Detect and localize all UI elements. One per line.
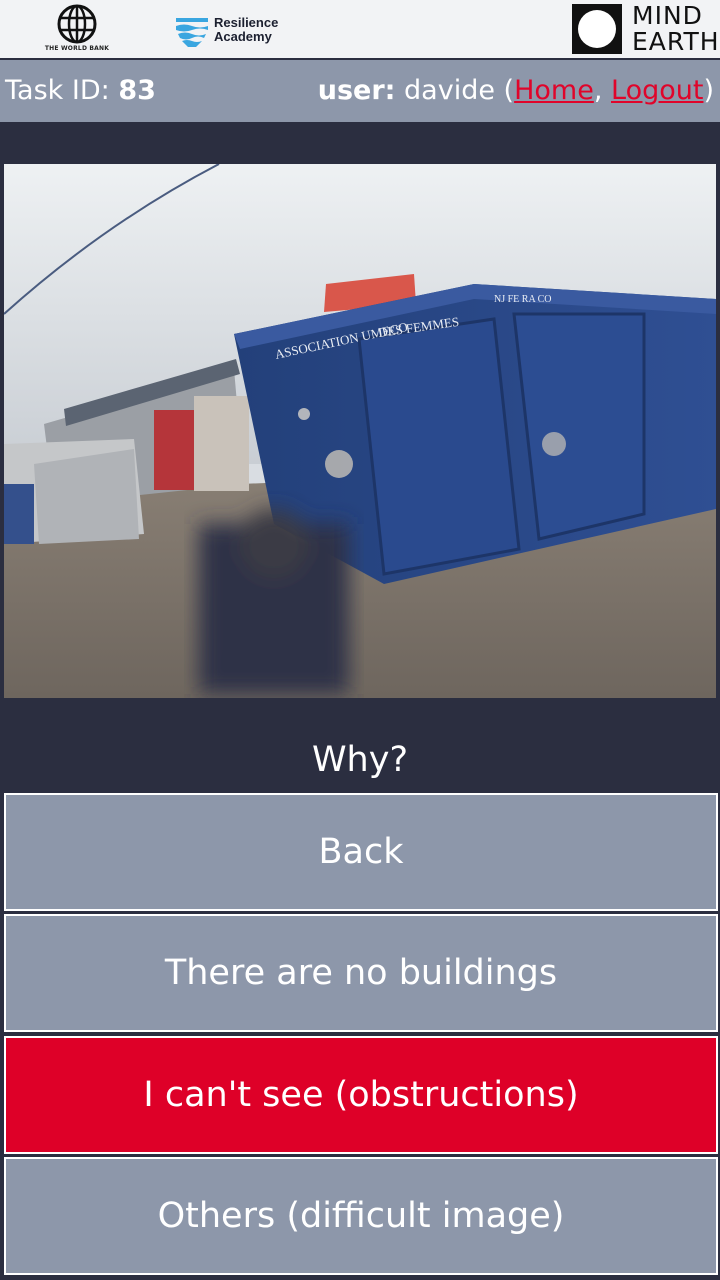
user-label: user: <box>317 75 396 106</box>
sign-text-3: NJ FE RA CO <box>494 294 552 305</box>
waves-icon <box>176 18 208 47</box>
task-id-value: 83 <box>118 75 156 106</box>
user-info: user: davide (Home, Logout) <box>317 75 714 106</box>
world-bank-label: THE WORLD BANK <box>44 45 110 52</box>
globe-icon <box>57 4 97 44</box>
mind-earth-mark <box>572 4 622 54</box>
obstructions-button[interactable]: I can't see (obstructions) <box>4 1036 718 1154</box>
mind-earth-line-2: EARTH <box>632 27 720 56</box>
question-heading: Why? <box>311 740 409 780</box>
back-button[interactable]: Back <box>4 793 718 911</box>
mind-earth-logo: MIND EARTH <box>572 3 720 56</box>
logo-bar: THE WORLD BANK Resilience Academy MIND E… <box>0 0 720 58</box>
task-id-label: Task ID: <box>5 75 110 106</box>
resilience-line-1: Resilience <box>214 15 279 30</box>
task-id: Task ID: 83 <box>5 75 156 106</box>
street-photo: ASSOCIATION UMECO DES FEMMES NJ FE RA CO <box>4 164 716 698</box>
resilience-academy-text: Resilience Academy <box>214 16 278 44</box>
resilience-academy-logo: Resilience Academy <box>174 12 294 48</box>
resilience-line-2: Academy <box>214 29 272 44</box>
logout-link[interactable]: Logout <box>611 75 703 106</box>
username: davide <box>404 75 495 106</box>
mind-earth-text: MIND EARTH <box>632 3 720 55</box>
difficult-image-button[interactable]: Others (difficult image) <box>4 1157 718 1275</box>
no-buildings-button[interactable]: There are no buildings <box>4 914 718 1032</box>
mind-earth-line-1: MIND <box>632 1 703 30</box>
task-bar: Task ID: 83 user: davide (Home, Logout) <box>0 60 720 122</box>
home-link[interactable]: Home <box>514 75 594 106</box>
world-bank-logo: THE WORLD BANK <box>40 4 114 56</box>
